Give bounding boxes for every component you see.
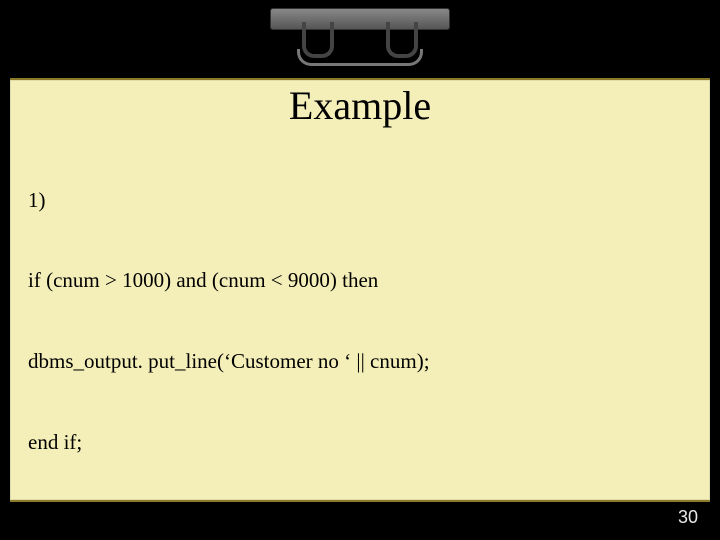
clip-bar <box>270 8 450 30</box>
paper-area: Example 1) if (cnum > 1000) and (cnum < … <box>10 78 710 502</box>
code-line: if (cnum > 1000) and (cnum < 9000) then <box>28 267 692 294</box>
clipboard-clip <box>270 0 450 60</box>
slide-stage: Example 1) if (cnum > 1000) and (cnum < … <box>0 0 720 540</box>
code-line: end if; <box>28 429 692 456</box>
code-line: dbms_output. put_line(‘Customer no ‘ || … <box>28 348 692 375</box>
code-line: 2) <box>28 509 692 536</box>
code-block: 1) if (cnum > 1000) and (cnum < 9000) th… <box>28 133 692 540</box>
clip-ring <box>297 49 423 66</box>
page-number: 30 <box>678 507 698 528</box>
slide-title: Example <box>28 82 692 129</box>
code-line: 1) <box>28 187 692 214</box>
